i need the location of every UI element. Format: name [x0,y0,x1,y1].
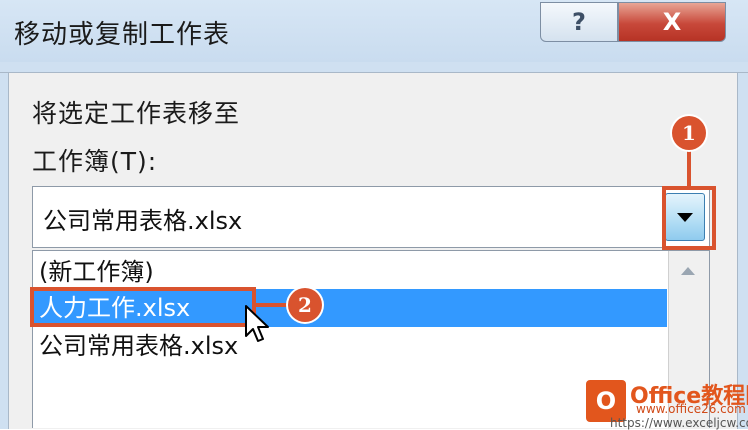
title-bar: 移动或复制工作表 ? X [0,0,748,62]
mouse-pointer-icon [245,305,269,342]
help-icon: ? [572,8,586,36]
watermark-url-primary: www.office26.com [636,402,746,416]
site-watermark: O Office教程网 www.office26.com https://www… [580,376,748,430]
callout-highlight-item [30,287,256,327]
step-2-badge: 2 [288,288,322,322]
office-logo-letter: O [595,387,617,415]
callout-leader-1 [687,150,691,188]
move-to-label: 将选定工作表移至 [32,99,241,128]
help-button[interactable]: ? [540,2,618,42]
list-item-new-workbook[interactable]: (新工作簿) [33,253,667,291]
list-item-company-workbook[interactable]: 公司常用表格.xlsx [33,327,667,365]
workbook-selected-value: 公司常用表格.xlsx [43,207,243,235]
close-icon: X [662,8,682,36]
workbook-combobox[interactable]: 公司常用表格.xlsx [32,186,710,248]
step-1-badge: 1 [672,116,706,150]
workbook-label: 工作簿(T): [32,147,158,176]
scroll-up-icon[interactable] [681,267,695,275]
close-button[interactable]: X [618,2,726,42]
move-copy-sheet-dialog: 移动或复制工作表 ? X 将选定工作表移至 工作簿(T): 公司常用表格.xls… [0,0,748,430]
dialog-title: 移动或复制工作表 [14,20,231,50]
callout-highlight-dropdown [662,186,716,250]
